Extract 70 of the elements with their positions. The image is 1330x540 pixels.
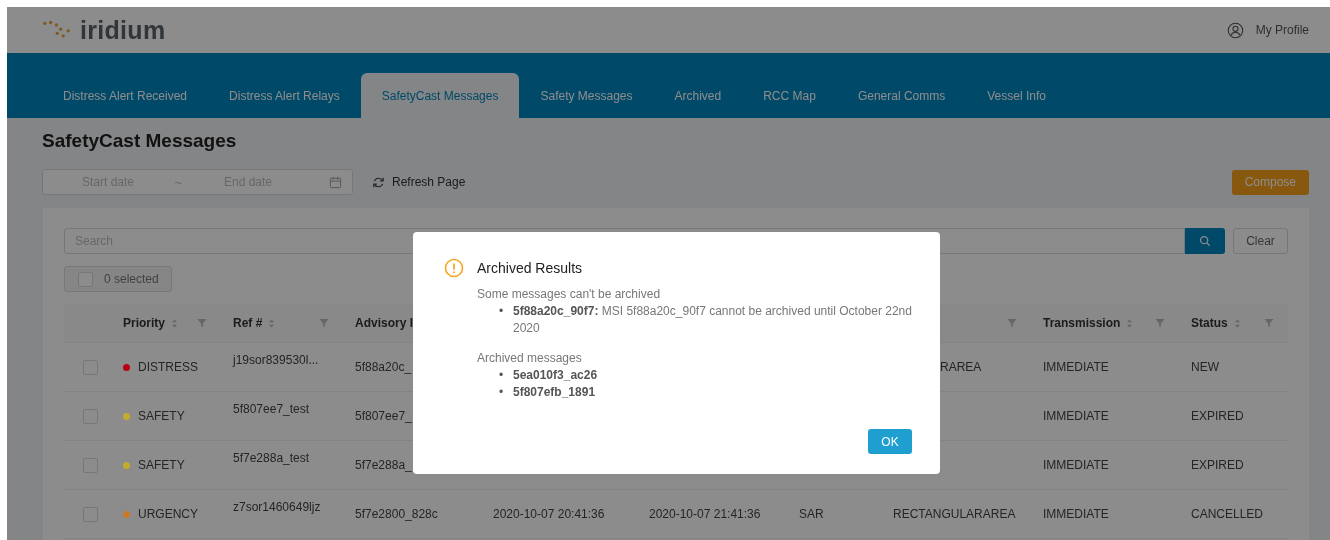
refresh-button[interactable]: Refresh Page xyxy=(372,175,466,189)
dialog-list-item: 5ea010f3_ac26 xyxy=(513,367,599,384)
column-header[interactable]: Transmission xyxy=(1043,316,1121,330)
filter-icon[interactable] xyxy=(1007,318,1017,328)
sort-icon[interactable] xyxy=(1233,317,1241,329)
table-cell: IMMEDIATE xyxy=(1043,458,1109,472)
filter-icon[interactable] xyxy=(1155,318,1165,328)
clear-button[interactable]: Clear xyxy=(1233,228,1288,254)
table-cell: URGENCY xyxy=(138,507,198,521)
filter-icon[interactable] xyxy=(319,318,329,328)
sort-icon[interactable] xyxy=(1126,317,1134,329)
ok-button[interactable]: OK xyxy=(868,429,912,454)
compose-button[interactable]: Compose xyxy=(1231,169,1309,195)
table-cell: 5f7e288a_ xyxy=(355,458,412,472)
table-cell: EXPIRED xyxy=(1191,458,1244,472)
search-icon xyxy=(1199,235,1211,247)
dialog-text: Archived messages xyxy=(477,350,583,367)
dialog-text: Some messages can't be archived xyxy=(477,286,662,303)
table-cell: 5f807ee7_ xyxy=(355,409,412,423)
profile-link[interactable]: My Profile xyxy=(1226,21,1309,39)
nav-tab[interactable]: Safety Messages xyxy=(519,73,654,118)
warning-icon xyxy=(444,258,464,278)
dialog-list-item: 5f88a20c_90f7: MSI 5f88a20c_90f7 cannot be archived until October 22nd 2020 xyxy=(513,303,912,337)
nav-tab[interactable]: SafetyCast Messages xyxy=(360,73,520,118)
table-cell: SAFETY xyxy=(138,458,185,472)
filter-icon[interactable] xyxy=(197,318,207,328)
table-cell: IMMEDIATE xyxy=(1043,360,1109,374)
table-cell: NEW xyxy=(1191,360,1219,374)
column-header[interactable]: Advisory I xyxy=(355,316,414,330)
refresh-icon xyxy=(372,175,385,189)
table-cell: z7sor1460649ljz xyxy=(233,500,321,514)
list-bullet: • xyxy=(499,384,505,401)
nav-tab[interactable]: RCC Map xyxy=(742,73,837,118)
user-icon xyxy=(1226,21,1244,39)
table-cell: 5f807ee7_test xyxy=(233,402,310,416)
table-cell: CANCELLED xyxy=(1191,507,1264,521)
select-all-button[interactable]: 0 selected xyxy=(64,266,172,292)
calendar-icon xyxy=(329,175,342,189)
column-header[interactable]: Status xyxy=(1191,316,1228,330)
search-button[interactable] xyxy=(1185,228,1225,254)
nav-tab[interactable]: Archived xyxy=(653,73,743,118)
table-cell: DISTRESS xyxy=(138,360,198,374)
sort-icon[interactable] xyxy=(268,317,276,329)
dialog-list-item: 5f807efb_1891 xyxy=(513,384,597,401)
nav-tab[interactable]: General Comms xyxy=(836,73,967,118)
table-cell: EXPIRED xyxy=(1191,409,1244,423)
table-cell: RAREA xyxy=(940,360,982,374)
list-bullet: • xyxy=(499,367,505,384)
column-header[interactable]: Priority xyxy=(123,316,165,330)
page-title: SafetyCast Messages xyxy=(42,130,238,153)
table-cell: 2020-10-07 20:41:36 xyxy=(493,507,605,521)
table-cell: 5f7e2800_828c xyxy=(355,507,438,521)
table-cell: 5f7e288a_test xyxy=(233,451,310,465)
list-bullet: • xyxy=(499,303,505,320)
logo-text: iridium xyxy=(80,15,166,45)
nav-tab[interactable]: Distress Alert Relays xyxy=(208,73,361,118)
sort-icon[interactable] xyxy=(171,317,178,329)
dialog-title: Archived Results xyxy=(477,260,583,276)
table-cell: 5f88a20c_ xyxy=(355,360,412,374)
table-cell: 2020-10-07 21:41:36 xyxy=(649,507,761,521)
table-cell: SAR xyxy=(799,507,824,521)
table-cell: RECTANGULARAREA xyxy=(893,507,1016,521)
table-cell: SAFETY xyxy=(138,409,185,423)
column-header[interactable]: Ref # xyxy=(233,316,263,330)
table-cell: IMMEDIATE xyxy=(1043,409,1109,423)
nav-tab[interactable]: Distress Alert Received xyxy=(42,73,209,118)
table-cell: IMMEDIATE xyxy=(1043,507,1109,521)
filter-icon[interactable] xyxy=(1264,318,1274,328)
table-cell: j19sor839530l... xyxy=(233,353,319,367)
nav-tab[interactable]: Vessel Info xyxy=(966,73,1067,118)
